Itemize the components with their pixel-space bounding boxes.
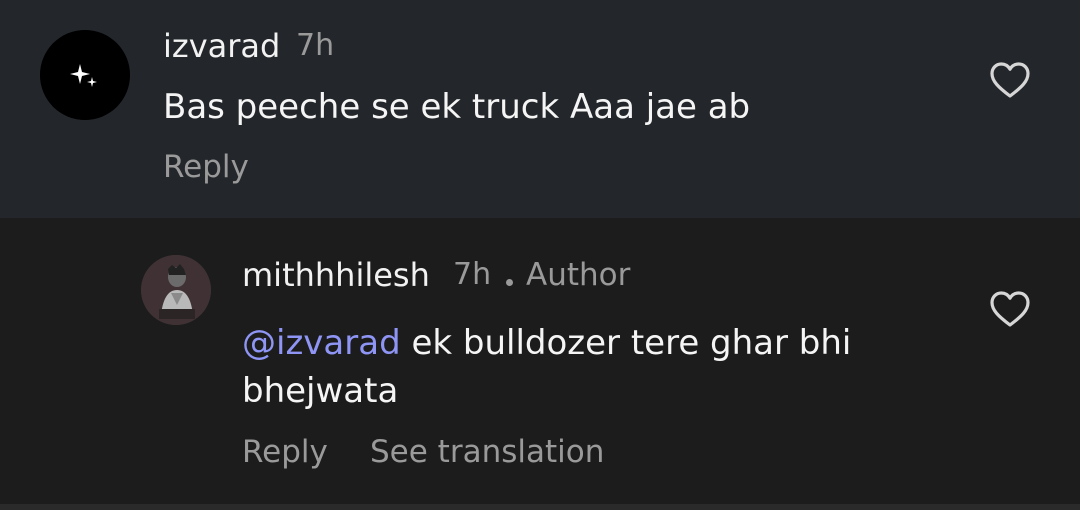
comment-text: Bas peeche se ek truck Aaa jae ab [163,87,751,127]
avatar[interactable] [40,30,130,120]
timestamp: 7h [296,28,335,63]
heart-outline-icon[interactable] [988,60,1032,100]
comment-mithhhilesh: mithhhilesh 7h Author @izvarad ek bulldo… [0,218,1080,504]
reply-button[interactable]: Reply [242,432,328,472]
separator-dot [506,279,513,286]
comment-izvarad: izvarad 7h Bas peeche se ek truck Aaa ja… [0,0,1080,218]
comment-text-rest: ek bulldozer tere ghar bhi [400,323,852,363]
avatar[interactable] [141,255,211,325]
mention-link[interactable]: @izvarad [242,323,401,363]
username[interactable]: izvarad [163,26,280,66]
heart-outline-icon[interactable] [988,289,1032,329]
divider [0,504,1080,510]
sparkle-icon [40,30,130,120]
timestamp: 7h [453,257,492,292]
reply-button[interactable]: Reply [163,147,249,187]
username[interactable]: mithhhilesh [242,255,430,295]
author-badge: Author [526,257,631,293]
comment-text-line1: @izvarad ek bulldozer tere ghar bhi [242,320,851,366]
comments-page: izvarad 7h Bas peeche se ek truck Aaa ja… [0,0,1080,510]
profile-photo [141,255,211,325]
see-translation-button[interactable]: See translation [370,432,604,472]
comment-text-line2: bhejwata [242,371,399,411]
